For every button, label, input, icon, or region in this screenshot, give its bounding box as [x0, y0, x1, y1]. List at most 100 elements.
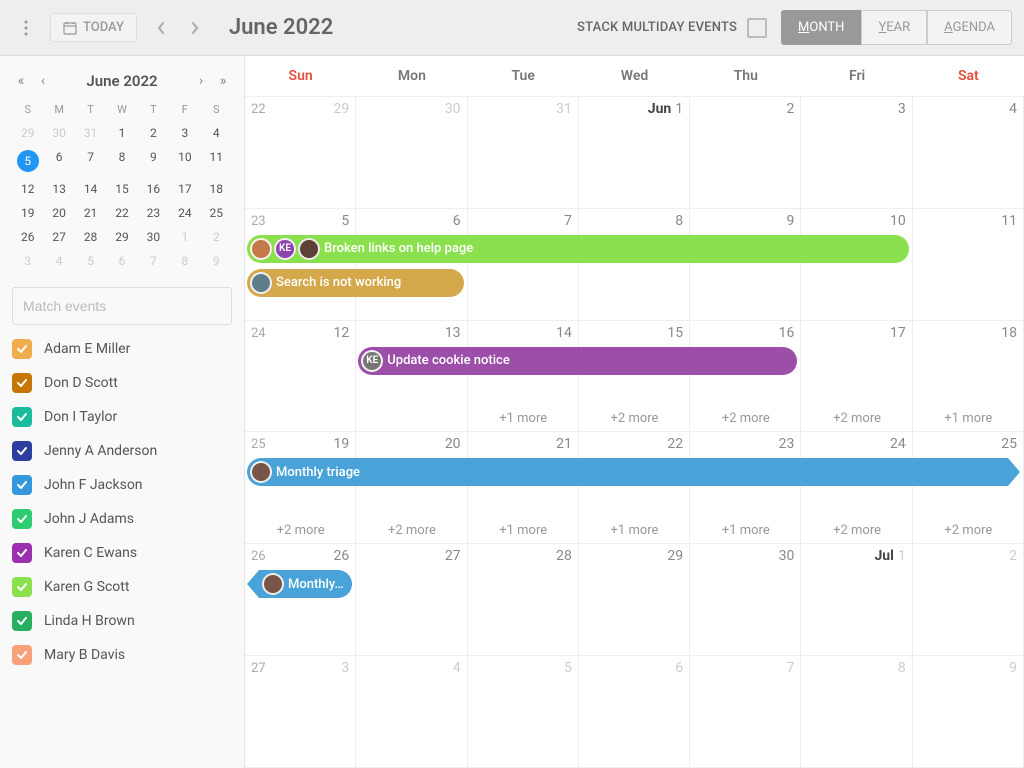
mini-day[interactable]: 10: [169, 145, 200, 177]
mini-day[interactable]: 18: [201, 177, 232, 201]
day-cell[interactable]: 13: [356, 321, 467, 432]
day-cell[interactable]: 2: [690, 97, 801, 208]
day-cell[interactable]: 8: [579, 209, 690, 320]
event[interactable]: Monthly triage: [247, 458, 1008, 486]
resource-item[interactable]: John J Adams: [12, 509, 232, 529]
day-cell[interactable]: 8: [801, 656, 912, 767]
mini-day[interactable]: 14: [75, 177, 106, 201]
mini-day[interactable]: 12: [12, 177, 43, 201]
more-link[interactable]: +2 more: [801, 411, 912, 426]
more-link[interactable]: +2 more: [913, 523, 1024, 538]
menu-icon[interactable]: [12, 14, 40, 42]
resource-item[interactable]: Linda H Brown: [12, 611, 232, 631]
day-cell[interactable]: 5: [468, 656, 579, 767]
event[interactable]: Monthly…: [259, 570, 352, 598]
resource-checkbox[interactable]: [12, 645, 32, 665]
mini-day[interactable]: 30: [43, 121, 74, 145]
day-cell[interactable]: 4: [356, 656, 467, 767]
resource-item[interactable]: John F Jackson: [12, 475, 232, 495]
mini-day[interactable]: 6: [106, 249, 137, 273]
day-cell[interactable]: 27: [356, 544, 467, 655]
resource-item[interactable]: Don D Scott: [12, 373, 232, 393]
mini-day[interactable]: 28: [75, 225, 106, 249]
tab-year[interactable]: YEAR: [861, 10, 927, 45]
mini-next-year[interactable]: »: [214, 73, 232, 89]
mini-day[interactable]: 4: [201, 121, 232, 145]
tab-agenda[interactable]: AGENDA: [927, 10, 1012, 45]
day-cell[interactable]: 10: [801, 209, 912, 320]
resource-checkbox[interactable]: [12, 407, 32, 427]
mini-day[interactable]: 26: [12, 225, 43, 249]
mini-day[interactable]: 1: [169, 225, 200, 249]
search-input[interactable]: [12, 287, 232, 325]
resource-checkbox[interactable]: [12, 509, 32, 529]
day-cell[interactable]: 2626: [245, 544, 356, 655]
more-link[interactable]: +1 more: [468, 411, 579, 426]
mini-day[interactable]: 23: [138, 201, 169, 225]
day-cell[interactable]: 2: [913, 544, 1024, 655]
mini-day[interactable]: 31: [75, 121, 106, 145]
mini-day[interactable]: 25: [201, 201, 232, 225]
more-link[interactable]: +2 more: [245, 523, 356, 538]
day-cell[interactable]: 31: [468, 97, 579, 208]
day-cell[interactable]: Jul1: [801, 544, 912, 655]
day-cell[interactable]: 30: [356, 97, 467, 208]
day-cell[interactable]: Jun1: [579, 97, 690, 208]
resource-item[interactable]: Don I Taylor: [12, 407, 232, 427]
more-link[interactable]: +1 more: [913, 411, 1024, 426]
day-cell[interactable]: 6: [356, 209, 467, 320]
mini-day[interactable]: 29: [12, 121, 43, 145]
today-button[interactable]: TODAY: [50, 13, 137, 42]
mini-day[interactable]: 29: [106, 225, 137, 249]
mini-day[interactable]: 1: [106, 121, 137, 145]
day-cell[interactable]: 2412: [245, 321, 356, 432]
resource-checkbox[interactable]: [12, 543, 32, 563]
mini-day[interactable]: 13: [43, 177, 74, 201]
mini-day[interactable]: 4: [43, 249, 74, 273]
resource-item[interactable]: Karen G Scott: [12, 577, 232, 597]
day-cell[interactable]: 11: [913, 209, 1024, 320]
mini-day[interactable]: 2: [138, 121, 169, 145]
event[interactable]: Search is not working: [247, 269, 464, 297]
resource-item[interactable]: Karen C Ewans: [12, 543, 232, 563]
event[interactable]: KEBroken links on help page: [247, 235, 909, 263]
resource-item[interactable]: Mary B Davis: [12, 645, 232, 665]
day-cell[interactable]: 4: [913, 97, 1024, 208]
mini-day[interactable]: 27: [43, 225, 74, 249]
resource-checkbox[interactable]: [12, 441, 32, 461]
mini-day[interactable]: 9: [201, 249, 232, 273]
mini-day[interactable]: 9: [138, 145, 169, 177]
mini-next-month[interactable]: ›: [192, 73, 210, 89]
mini-prev-year[interactable]: «: [12, 73, 30, 89]
more-link[interactable]: +1 more: [579, 523, 690, 538]
resource-checkbox[interactable]: [12, 577, 32, 597]
mini-day[interactable]: 24: [169, 201, 200, 225]
tab-month[interactable]: MONTH: [781, 10, 861, 45]
mini-day[interactable]: 7: [75, 145, 106, 177]
resource-item[interactable]: Jenny A Anderson: [12, 441, 232, 461]
stack-multiday-checkbox[interactable]: [747, 18, 767, 38]
mini-day[interactable]: 8: [106, 145, 137, 177]
more-link[interactable]: +1 more: [468, 523, 579, 538]
mini-day[interactable]: 5: [12, 145, 43, 177]
day-cell[interactable]: 9: [690, 209, 801, 320]
resource-checkbox[interactable]: [12, 475, 32, 495]
mini-day[interactable]: 3: [12, 249, 43, 273]
mini-day[interactable]: 15: [106, 177, 137, 201]
mini-day[interactable]: 30: [138, 225, 169, 249]
mini-day[interactable]: 22: [106, 201, 137, 225]
mini-day[interactable]: 7: [138, 249, 169, 273]
mini-day[interactable]: 16: [138, 177, 169, 201]
mini-day[interactable]: 5: [75, 249, 106, 273]
event[interactable]: KEUpdate cookie notice: [358, 347, 797, 375]
mini-day[interactable]: 3: [169, 121, 200, 145]
day-cell[interactable]: 7: [690, 656, 801, 767]
day-cell[interactable]: 235: [245, 209, 356, 320]
day-cell[interactable]: 9: [913, 656, 1024, 767]
mini-day[interactable]: 11: [201, 145, 232, 177]
resource-checkbox[interactable]: [12, 611, 32, 631]
mini-day[interactable]: 6: [43, 145, 74, 177]
mini-day[interactable]: 19: [12, 201, 43, 225]
mini-day[interactable]: 8: [169, 249, 200, 273]
day-cell[interactable]: 29: [579, 544, 690, 655]
